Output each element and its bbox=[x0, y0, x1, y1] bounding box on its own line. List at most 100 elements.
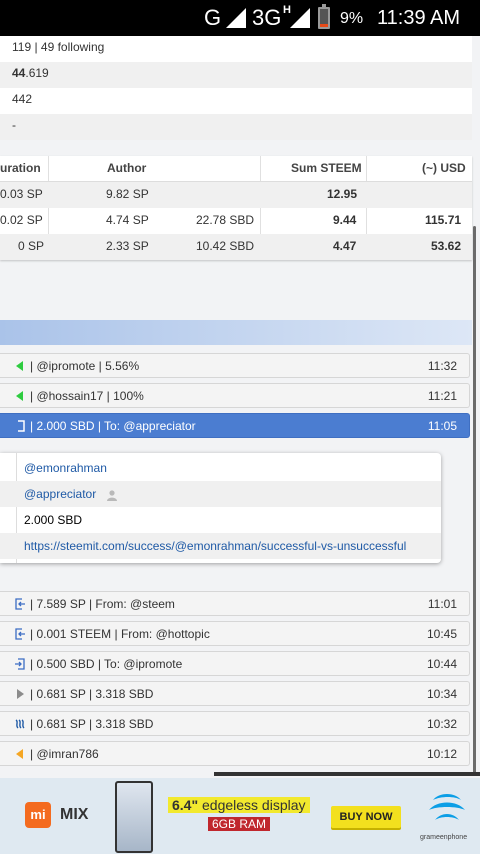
section-header-bar bbox=[0, 320, 472, 345]
reputation-row: 44.619 bbox=[0, 62, 472, 88]
followers-value: 119 | 49 following bbox=[12, 40, 105, 54]
transaction-label: | 7.589 SP | From: @steem bbox=[30, 597, 175, 611]
clock: 11:39 AM bbox=[377, 7, 461, 29]
transaction-label: | @imran786 bbox=[30, 747, 99, 761]
table-row: 0.02 SP 4.74 SP 22.78 SBD 9.44 115.71 bbox=[0, 208, 472, 234]
steem-logo-icon bbox=[15, 719, 25, 729]
profile-info-card: 119 | 49 following 44.619 442 - bbox=[0, 36, 472, 140]
transaction-label: | 0.681 SP | 3.318 SBD bbox=[30, 687, 154, 701]
transaction-label: | @hossain17 | 100% bbox=[30, 389, 144, 403]
cell-sbd: 22.78 SBD bbox=[196, 213, 255, 227]
phone-image bbox=[115, 781, 153, 853]
battery-percent: 9% bbox=[340, 10, 364, 27]
green-arrow-left-icon bbox=[16, 361, 23, 371]
transaction-row[interactable]: | @ipromote | 5.56% 11:32 bbox=[0, 353, 470, 378]
transaction-row[interactable]: | 0.001 STEEM | From: @hottopic 10:45 bbox=[0, 621, 470, 646]
transaction-label: | 0.001 STEEM | From: @hottopic bbox=[30, 627, 210, 641]
extra-row: - bbox=[0, 114, 472, 140]
transfer-detail-card: @emonrahman @appreciator 2.000 SBD https… bbox=[0, 453, 441, 563]
transaction-time: 10:32 bbox=[426, 717, 457, 731]
reputation-int: 44 bbox=[12, 66, 26, 80]
detail-to-row: @appreciator bbox=[0, 481, 441, 507]
transaction-label: | @ipromote | 5.56% bbox=[30, 359, 140, 373]
vertical-scrollbar[interactable] bbox=[473, 226, 476, 776]
header-author: Author bbox=[107, 161, 147, 175]
signal-icon bbox=[226, 8, 246, 28]
ad-display-text: 6.4" edgeless display bbox=[168, 797, 310, 813]
detail-amount-row: 2.000 SBD bbox=[0, 507, 441, 533]
payout-table: uration Author Sum STEEM (~) USD 0.03 SP… bbox=[0, 156, 472, 260]
transaction-label: | 2.000 SBD | To: @appreciator bbox=[30, 419, 196, 433]
status-bar: G 3G H 9% 11:39 AM bbox=[0, 0, 480, 36]
receive-in-icon bbox=[15, 628, 25, 640]
orange-arrow-left-icon bbox=[16, 749, 23, 759]
mi-logo: mi bbox=[25, 802, 51, 828]
header-sum-steem: Sum STEEM bbox=[291, 161, 362, 175]
cell-author: 2.33 SP bbox=[106, 239, 149, 253]
cell-duration: 0.02 SP bbox=[0, 213, 43, 227]
cell-sbd: 10.42 SBD bbox=[196, 239, 255, 253]
header-usd: (~) USD bbox=[422, 161, 466, 175]
transaction-row[interactable]: | 0.681 SP | 3.318 SBD 10:34 bbox=[0, 681, 470, 706]
followers-row: 119 | 49 following bbox=[0, 36, 472, 62]
battery-icon bbox=[318, 4, 330, 29]
transfer-out-icon bbox=[15, 658, 25, 670]
detail-from-row: @emonrahman bbox=[0, 455, 441, 481]
transaction-time: 10:34 bbox=[426, 687, 457, 701]
user-icon bbox=[106, 490, 117, 501]
transaction-row-selected[interactable]: | 2.000 SBD | To: @appreciator 11:05 bbox=[0, 413, 470, 438]
grameenphone-logo-icon bbox=[429, 794, 465, 820]
transfer-out-icon bbox=[18, 420, 25, 432]
transaction-label: | 0.681 SP | 3.318 SBD bbox=[30, 717, 154, 731]
table-row: 0 SP 2.33 SP 10.42 SBD 4.47 53.62 bbox=[0, 234, 472, 260]
table-row: 0.03 SP 9.82 SP 12.95 bbox=[0, 182, 472, 208]
network-type-g: G bbox=[204, 5, 222, 30]
ad-brand-mix: MIX bbox=[60, 806, 89, 823]
cell-sum-steem: 4.47 bbox=[333, 239, 357, 253]
cell-author: 9.82 SP bbox=[106, 187, 149, 201]
reputation-frac: .619 bbox=[25, 66, 49, 80]
cell-usd: 53.62 bbox=[431, 239, 462, 253]
transaction-time: 11:21 bbox=[427, 389, 457, 403]
transaction-time: 11:05 bbox=[427, 419, 457, 433]
transaction-row[interactable]: | 7.589 SP | From: @steem 11:01 bbox=[0, 591, 470, 616]
transaction-row[interactable]: | @imran786 10:12 bbox=[0, 741, 470, 766]
gray-play-icon bbox=[17, 689, 24, 699]
transaction-time: 10:12 bbox=[426, 747, 457, 761]
network-type-3g: 3G bbox=[252, 5, 282, 30]
amount-value: 2.000 SBD bbox=[24, 513, 83, 527]
memo-link[interactable]: https://steemit.com/success/@emonrahman/… bbox=[24, 539, 406, 553]
cell-duration: 0.03 SP bbox=[0, 187, 43, 201]
header-duration: uration bbox=[0, 161, 41, 175]
transaction-row[interactable]: | @hossain17 | 100% 11:21 bbox=[0, 383, 470, 408]
ad-display-desc: edgeless display bbox=[198, 797, 306, 813]
to-user-link[interactable]: @appreciator bbox=[24, 487, 96, 501]
detail-memo-row: https://steemit.com/success/@emonrahman/… bbox=[0, 533, 441, 559]
cell-sum-steem: 9.44 bbox=[333, 213, 357, 227]
buy-now-button[interactable]: BUY NOW bbox=[331, 806, 401, 828]
horizontal-scrollbar[interactable] bbox=[214, 772, 480, 776]
transaction-row[interactable]: | 0.681 SP | 3.318 SBD 10:32 bbox=[0, 711, 470, 736]
cell-author: 4.74 SP bbox=[106, 213, 149, 227]
ad-operator-name: grameenphone bbox=[420, 834, 468, 841]
transaction-time: 11:01 bbox=[427, 597, 457, 611]
signal-icon-2 bbox=[290, 8, 310, 28]
ad-display-size: 6.4" bbox=[172, 797, 199, 813]
extra-value: - bbox=[12, 118, 16, 132]
posts-value: 442 bbox=[12, 92, 33, 106]
transaction-time: 10:44 bbox=[426, 657, 457, 671]
page-content[interactable]: 119 | 49 following 44.619 442 - uration … bbox=[0, 36, 480, 778]
transaction-time: 10:45 bbox=[426, 627, 457, 641]
receive-in-icon bbox=[15, 598, 25, 610]
posts-row: 442 bbox=[0, 88, 472, 114]
ad-ram-text: 6GB RAM bbox=[208, 817, 271, 831]
from-user-link[interactable]: @emonrahman bbox=[24, 461, 107, 475]
table-header: uration Author Sum STEEM (~) USD bbox=[0, 156, 472, 182]
transaction-label: | 0.500 SBD | To: @ipromote bbox=[30, 657, 183, 671]
green-arrow-left-icon bbox=[16, 391, 23, 401]
reputation-value: 44.619 bbox=[12, 66, 49, 80]
cell-duration: 0 SP bbox=[18, 239, 45, 253]
ad-banner[interactable]: mi MIX 6.4" edgeless display 6GB RAM BUY… bbox=[0, 778, 480, 854]
transaction-row[interactable]: | 0.500 SBD | To: @ipromote 10:44 bbox=[0, 651, 470, 676]
cell-sum-steem: 12.95 bbox=[327, 187, 358, 201]
